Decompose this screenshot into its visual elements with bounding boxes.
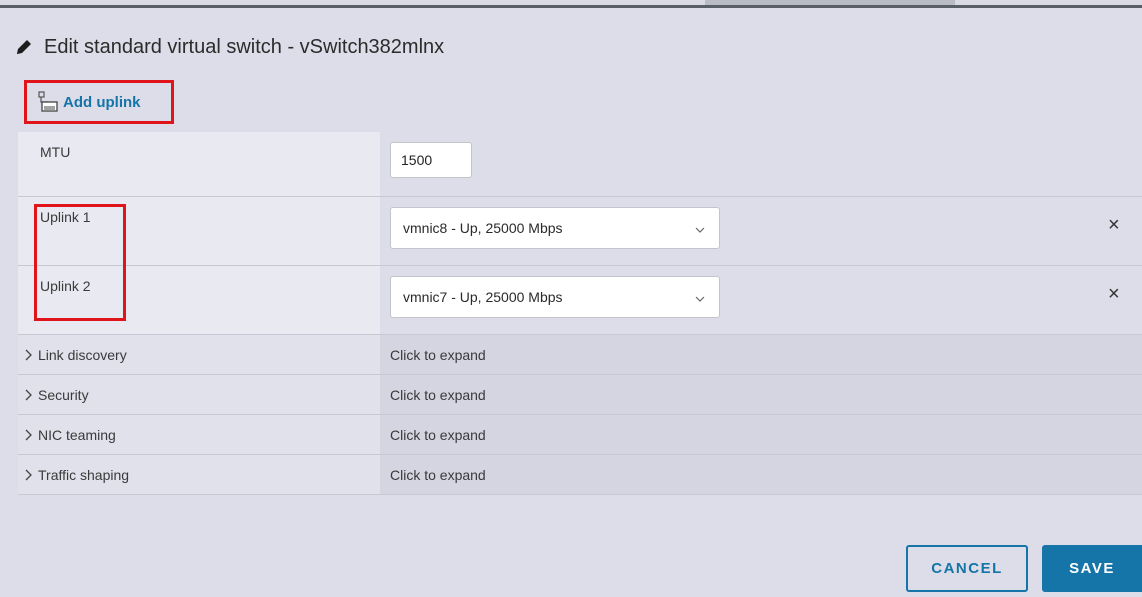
chevron-right-icon bbox=[24, 388, 34, 402]
add-uplink-button[interactable]: Add uplink bbox=[24, 80, 174, 124]
dialog-header: Edit standard virtual switch - vSwitch38… bbox=[14, 32, 444, 62]
section-security-value[interactable]: Click to expand bbox=[380, 375, 1142, 414]
section-traffic-shaping-value[interactable]: Click to expand bbox=[380, 455, 1142, 494]
section-security[interactable]: Security Click to expand bbox=[18, 375, 1142, 415]
section-link-discovery-label: Link discovery bbox=[38, 346, 127, 363]
uplink-2-selected-value: vmnic7 - Up, 25000 Mbps bbox=[403, 289, 563, 305]
chevron-down-icon bbox=[695, 291, 705, 302]
settings-grid: MTU 1500 Uplink 1 vmnic8 - Up, 25000 Mbp… bbox=[18, 132, 1142, 495]
add-uplink-icon bbox=[37, 91, 59, 113]
section-link-discovery-label-cell: Link discovery bbox=[18, 335, 380, 374]
section-nic-teaming-label-cell: NIC teaming bbox=[18, 415, 380, 454]
section-nic-teaming[interactable]: NIC teaming Click to expand bbox=[18, 415, 1142, 455]
section-link-discovery[interactable]: Link discovery Click to expand bbox=[18, 335, 1142, 375]
section-security-label-cell: Security bbox=[18, 375, 380, 414]
uplink-1-label: Uplink 1 bbox=[18, 197, 380, 265]
section-traffic-shaping-label: Traffic shaping bbox=[38, 466, 130, 483]
mtu-label: MTU bbox=[18, 132, 380, 196]
mtu-input[interactable]: 1500 bbox=[390, 142, 472, 178]
section-traffic-shaping-label-cell: Traffic shaping bbox=[18, 455, 380, 494]
uplink-1-select[interactable]: vmnic8 - Up, 25000 Mbps bbox=[390, 207, 720, 249]
uplink-2-value-cell: vmnic7 - Up, 25000 Mbps × bbox=[380, 266, 1142, 334]
mtu-row: MTU 1500 bbox=[18, 132, 1142, 197]
uplink-2-row: Uplink 2 vmnic7 - Up, 25000 Mbps × bbox=[18, 266, 1142, 335]
mtu-value-cell: 1500 bbox=[380, 132, 1142, 196]
section-security-label: Security bbox=[38, 386, 89, 403]
chevron-right-icon bbox=[24, 348, 34, 362]
section-nic-teaming-label: NIC teaming bbox=[38, 426, 116, 443]
chevron-down-icon bbox=[695, 222, 705, 233]
section-link-discovery-value[interactable]: Click to expand bbox=[380, 335, 1142, 374]
uplink-2-select[interactable]: vmnic7 - Up, 25000 Mbps bbox=[390, 276, 720, 318]
remove-uplink-1-close-icon[interactable]: × bbox=[1108, 215, 1124, 235]
remove-uplink-2-close-icon[interactable]: × bbox=[1108, 284, 1124, 304]
uplink-1-selected-value: vmnic8 - Up, 25000 Mbps bbox=[403, 220, 563, 236]
save-button[interactable]: SAVE bbox=[1042, 545, 1142, 592]
dialog-title: Edit standard virtual switch - vSwitch38… bbox=[44, 35, 445, 58]
uplink-1-row: Uplink 1 vmnic8 - Up, 25000 Mbps × bbox=[18, 197, 1142, 266]
cancel-button[interactable]: CANCEL bbox=[906, 545, 1028, 592]
add-uplink-label: Add uplink bbox=[63, 93, 141, 111]
uplink-2-label: Uplink 2 bbox=[18, 266, 380, 334]
section-traffic-shaping[interactable]: Traffic shaping Click to expand bbox=[18, 455, 1142, 495]
chevron-right-icon bbox=[24, 428, 34, 442]
section-nic-teaming-value[interactable]: Click to expand bbox=[380, 415, 1142, 454]
chevron-right-icon bbox=[24, 468, 34, 482]
uplink-1-value-cell: vmnic8 - Up, 25000 Mbps × bbox=[380, 197, 1142, 265]
pencil-icon bbox=[14, 37, 34, 57]
top-strip bbox=[0, 0, 1142, 8]
